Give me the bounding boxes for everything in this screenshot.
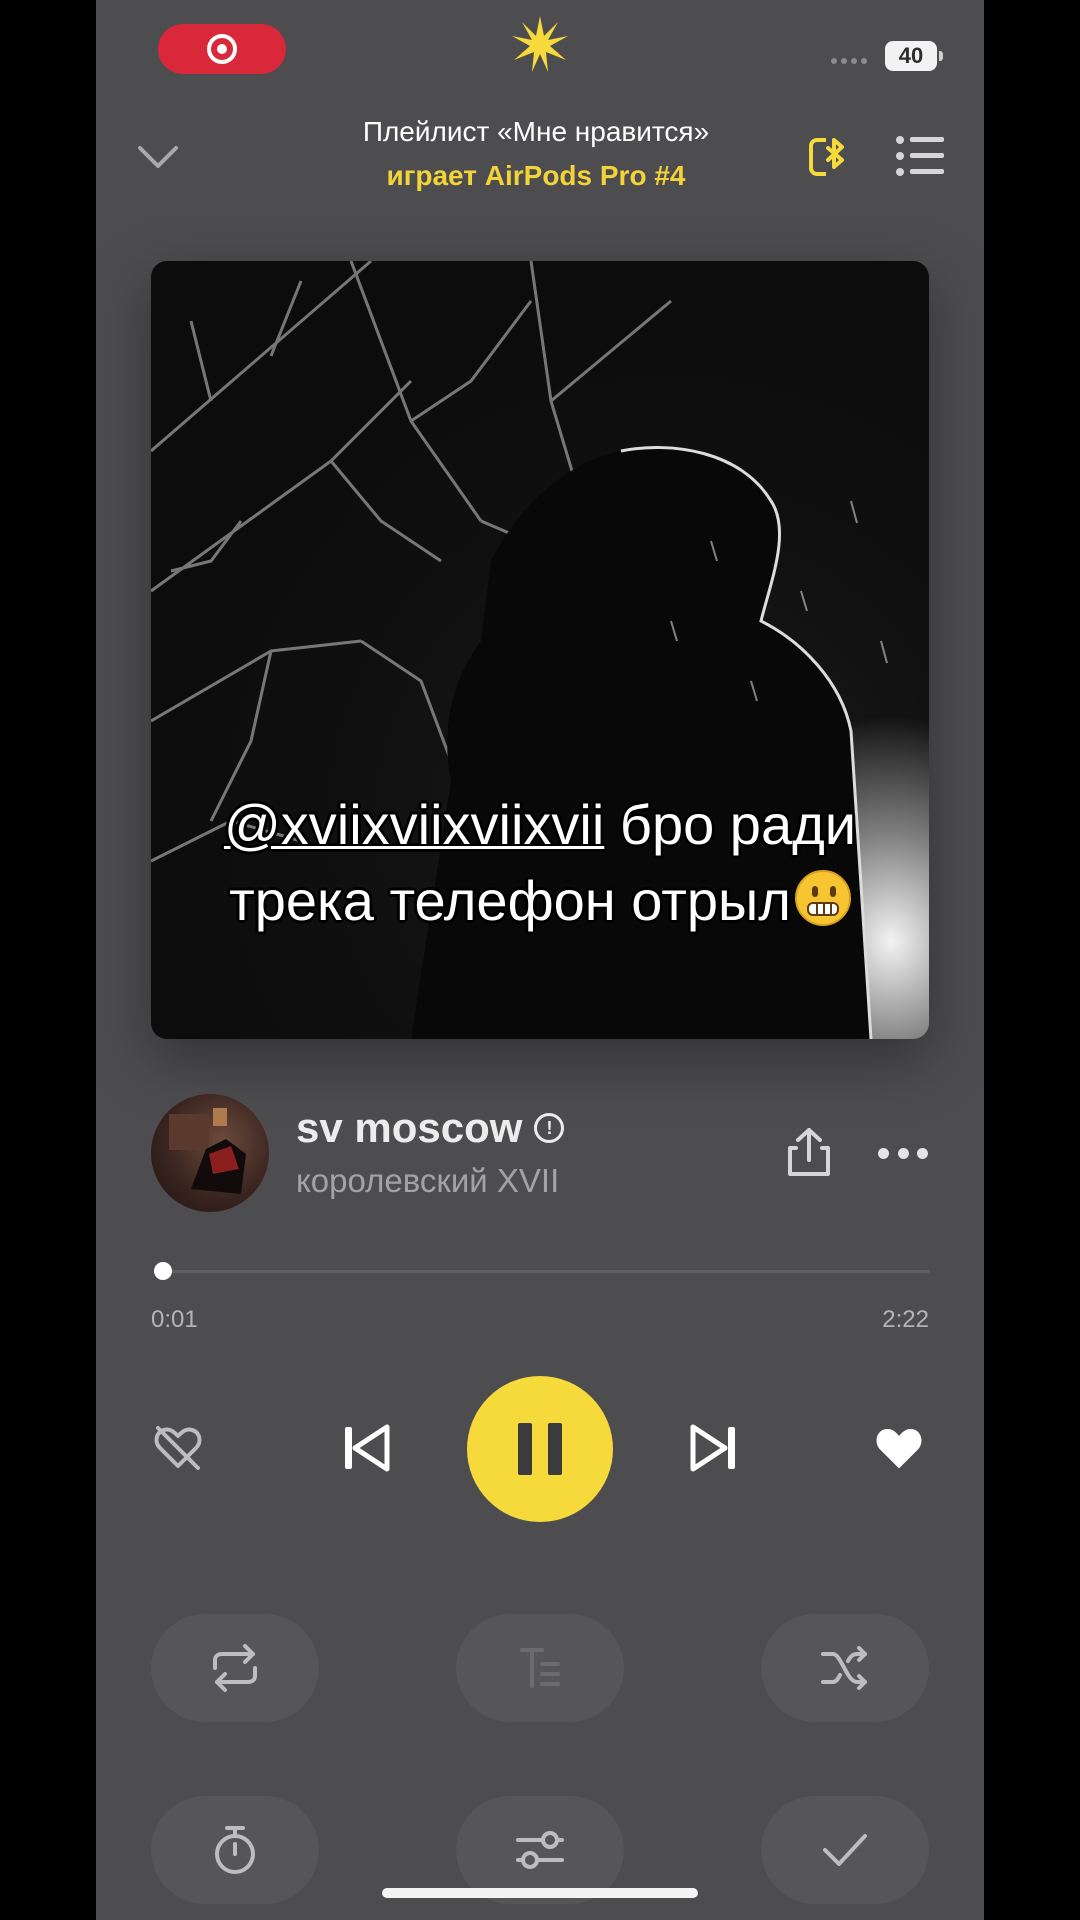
previous-button[interactable] bbox=[336, 1420, 396, 1476]
caption-mention-link[interactable]: @xviixviixviixvii bbox=[224, 793, 604, 856]
like-button[interactable] bbox=[871, 1420, 927, 1476]
skip-next-icon bbox=[690, 1424, 735, 1472]
chevron-down-icon[interactable] bbox=[136, 136, 180, 180]
battery-indicator: 40 bbox=[885, 41, 943, 71]
heart-filled-icon bbox=[876, 1428, 922, 1469]
home-indicator[interactable] bbox=[382, 1888, 698, 1898]
total-time: 2:22 bbox=[882, 1306, 929, 1333]
grimacing-face-emoji bbox=[794, 870, 851, 926]
caption-line1-text: бро ради bbox=[604, 793, 857, 856]
bluetooth-device-icon[interactable] bbox=[808, 134, 854, 180]
explicit-icon: ! bbox=[534, 1113, 565, 1143]
skip-previous-icon bbox=[345, 1424, 390, 1472]
shuffle-button[interactable] bbox=[761, 1614, 929, 1722]
record-dot-icon bbox=[207, 34, 237, 64]
caption-line2-text: трека телефон отрыл bbox=[229, 869, 791, 932]
sleep-timer-button[interactable] bbox=[151, 1796, 319, 1904]
sun-burst-icon bbox=[512, 16, 568, 72]
player-screen: 40 Плейлист «Мне нравится» играет AirPod… bbox=[96, 0, 984, 1920]
avatar-photo bbox=[169, 1108, 246, 1194]
progress-knob[interactable] bbox=[154, 1262, 173, 1280]
screen-recording-indicator[interactable] bbox=[158, 24, 286, 74]
video-caption-overlay: @xviixviixviixvii бро ради трека телефон… bbox=[96, 787, 984, 939]
playback-device-label[interactable]: играет AirPods Pro #4 bbox=[296, 160, 776, 192]
repeat-button[interactable] bbox=[151, 1614, 319, 1722]
pause-icon bbox=[510, 1423, 570, 1475]
dislike-button[interactable] bbox=[150, 1420, 206, 1476]
equalizer-icon bbox=[516, 1831, 564, 1869]
lyrics-icon bbox=[520, 1648, 560, 1688]
artist-avatar[interactable] bbox=[151, 1094, 269, 1212]
timer-icon bbox=[215, 1826, 255, 1874]
more-dots-icon[interactable] bbox=[878, 1148, 928, 1160]
next-button[interactable] bbox=[684, 1420, 744, 1476]
play-pause-button[interactable] bbox=[467, 1376, 613, 1522]
repeat-icon bbox=[213, 1644, 257, 1692]
playlist-title[interactable]: Плейлист «Мне нравится» bbox=[296, 116, 776, 148]
shuffle-icon bbox=[821, 1646, 867, 1690]
current-time: 0:01 bbox=[151, 1306, 198, 1333]
track-title-row[interactable]: sv moscow ! bbox=[296, 1104, 565, 1152]
track-artist[interactable]: королевский XVII bbox=[296, 1162, 559, 1200]
progress-bar[interactable] bbox=[154, 1262, 930, 1280]
signal-dots-icon bbox=[831, 58, 871, 66]
queue-list-icon[interactable] bbox=[896, 134, 944, 178]
check-icon bbox=[823, 1834, 867, 1866]
lyrics-button[interactable] bbox=[456, 1614, 624, 1722]
share-icon[interactable] bbox=[786, 1128, 832, 1178]
track-title: sv moscow bbox=[296, 1104, 523, 1151]
dislike-icon bbox=[154, 1426, 202, 1470]
done-button[interactable] bbox=[761, 1796, 929, 1904]
